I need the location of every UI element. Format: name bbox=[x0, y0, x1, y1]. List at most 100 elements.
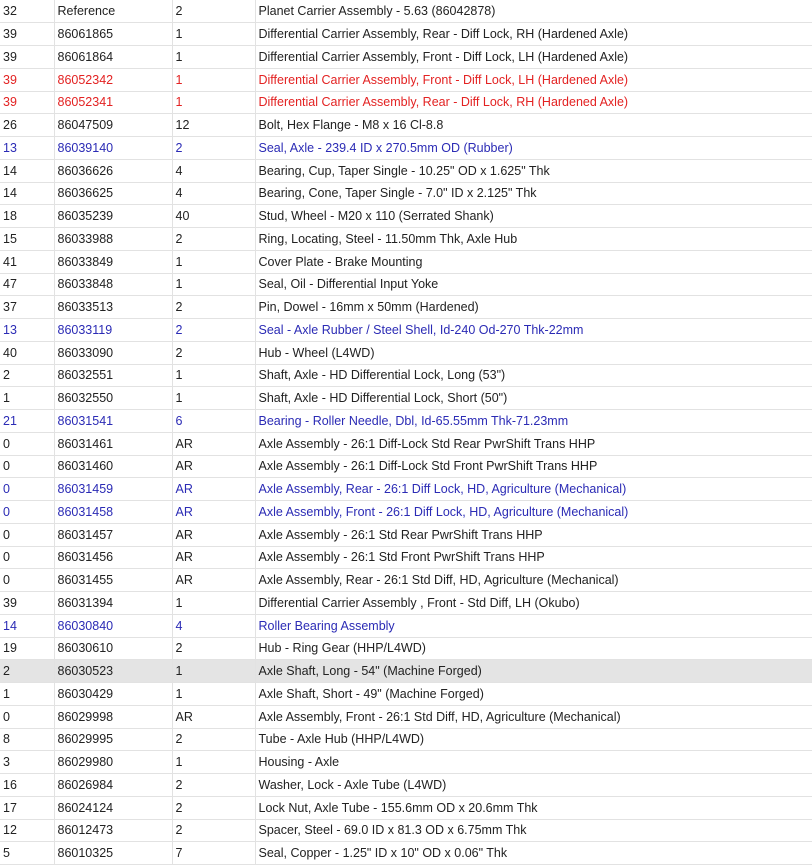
ref-number-cell: 41 bbox=[0, 250, 55, 274]
table-row[interactable]: 19 86030610 2 Hub - Ring Gear (HHP/L4WD) bbox=[0, 637, 812, 661]
table-row[interactable]: 0 86031460 AR Axle Assembly - 26:1 Diff-Loc… bbox=[0, 455, 812, 479]
part-number-cell: 86036626 bbox=[54, 159, 173, 183]
quantity-cell: 1 bbox=[172, 659, 256, 683]
quantity-cell: 1 bbox=[172, 250, 256, 274]
table-row[interactable]: 37 86033513 2 Pin, Dowel - 16mm x 50mm (Har… bbox=[0, 295, 812, 319]
part-number-cell: 86031458 bbox=[54, 500, 173, 524]
table-row[interactable]: 3 86029980 1 Housing - Axle bbox=[0, 750, 812, 774]
ref-number-cell: 0 bbox=[0, 523, 55, 547]
table-row[interactable]: 14 86030840 4 Roller Bearing Assembly bbox=[0, 614, 812, 638]
description-cell: Spacer, Steel - 69.0 ID x 81.3 OD x 6.75… bbox=[255, 819, 812, 843]
table-row[interactable]: 14 86036625 4 Bearing, Cone, Taper Single -… bbox=[0, 182, 812, 206]
table-row[interactable]: 39 86031394 1 Differential Carrier Assembly… bbox=[0, 591, 812, 615]
ref-number-cell: 12 bbox=[0, 819, 55, 843]
table-row[interactable]: 0 86031457 AR Axle Assembly - 26:1 Std Rear… bbox=[0, 523, 812, 547]
description-cell: Shaft, Axle - HD Differential Lock, Shor… bbox=[255, 386, 812, 410]
description-cell: Differential Carrier Assembly, Front - D… bbox=[255, 45, 812, 69]
table-row[interactable]: 5 86010325 7 Seal, Copper - 1.25" ID x 10" … bbox=[0, 841, 812, 865]
table-row[interactable]: 0 86031458 AR Axle Assembly, Front - 26:1 D… bbox=[0, 500, 812, 524]
part-number-cell: Reference bbox=[54, 0, 173, 24]
part-number-cell: 86035239 bbox=[54, 204, 173, 228]
part-number-cell: 86031394 bbox=[54, 591, 173, 615]
description-cell: Axle Assembly, Rear - 26:1 Std Diff, HD,… bbox=[255, 568, 812, 592]
ref-number-cell: 2 bbox=[0, 659, 55, 683]
table-row[interactable]: 8 86029995 2 Tube - Axle Hub (HHP/L4WD) bbox=[0, 728, 812, 752]
table-row[interactable]: 0 86031459 AR Axle Assembly, Rear - 26:1 Di… bbox=[0, 477, 812, 501]
quantity-cell: 2 bbox=[172, 227, 256, 251]
description-cell: Hub - Wheel (L4WD) bbox=[255, 341, 812, 365]
table-row[interactable]: 39 86052341 1 Differential Carrier Assembly… bbox=[0, 91, 812, 115]
table-row[interactable]: 18 86035239 40 Stud, Wheel - M20 x 110 (Ser… bbox=[0, 204, 812, 228]
part-number-cell: 86024124 bbox=[54, 796, 173, 820]
description-cell: Bolt, Hex Flange - M8 x 16 Cl-8.8 bbox=[255, 113, 812, 137]
table-row[interactable]: 39 86061864 1 Differential Carrier Assembly… bbox=[0, 45, 812, 69]
part-number-cell: 86033119 bbox=[54, 318, 173, 342]
ref-number-cell: 0 bbox=[0, 455, 55, 479]
part-number-cell: 86030610 bbox=[54, 637, 173, 661]
table-row[interactable]: 15 86033988 2 Ring, Locating, Steel - 11.50… bbox=[0, 227, 812, 251]
table-row[interactable]: 32 Reference 2 Planet Carrier Assembly - 5.… bbox=[0, 0, 812, 24]
ref-number-cell: 47 bbox=[0, 273, 55, 297]
table-row[interactable]: 1 86030429 1 Axle Shaft, Short - 49" (Machi… bbox=[0, 682, 812, 706]
quantity-cell: 1 bbox=[172, 364, 256, 388]
description-cell: Differential Carrier Assembly, Rear - Di… bbox=[255, 91, 812, 115]
table-row[interactable]: 40 86033090 2 Hub - Wheel (L4WD) bbox=[0, 341, 812, 365]
part-number-cell: 86031461 bbox=[54, 432, 173, 456]
table-row[interactable]: 0 86031455 AR Axle Assembly, Rear - 26:1 St… bbox=[0, 568, 812, 592]
table-row[interactable]: 14 86036626 4 Bearing, Cup, Taper Single - … bbox=[0, 159, 812, 183]
quantity-cell: AR bbox=[172, 523, 256, 547]
part-number-cell: 86033988 bbox=[54, 227, 173, 251]
table-row[interactable]: 0 86031456 AR Axle Assembly - 26:1 Std Fron… bbox=[0, 546, 812, 570]
quantity-cell: 2 bbox=[172, 0, 256, 24]
quantity-cell: 4 bbox=[172, 614, 256, 638]
quantity-cell: 1 bbox=[172, 591, 256, 615]
table-row[interactable]: 13 86039140 2 Seal, Axle - 239.4 ID x 270.5… bbox=[0, 136, 812, 160]
table-row[interactable]: 2 86030523 1 Axle Shaft, Long - 54" (Machin… bbox=[0, 659, 812, 683]
quantity-cell: AR bbox=[172, 705, 256, 729]
quantity-cell: 1 bbox=[172, 750, 256, 774]
part-number-cell: 86012473 bbox=[54, 819, 173, 843]
description-cell: Axle Assembly, Front - 26:1 Std Diff, HD… bbox=[255, 705, 812, 729]
description-cell: Ring, Locating, Steel - 11.50mm Thk, Axl… bbox=[255, 227, 812, 251]
quantity-cell: 4 bbox=[172, 159, 256, 183]
table-row[interactable]: 17 86024124 2 Lock Nut, Axle Tube - 155.6mm… bbox=[0, 796, 812, 820]
part-number-cell: 86031541 bbox=[54, 409, 173, 433]
description-cell: Stud, Wheel - M20 x 110 (Serrated Shank) bbox=[255, 204, 812, 228]
part-number-cell: 86029995 bbox=[54, 728, 173, 752]
table-row[interactable]: 2 86032551 1 Shaft, Axle - HD Differential … bbox=[0, 364, 812, 388]
ref-number-cell: 16 bbox=[0, 773, 55, 797]
description-cell: Axle Assembly, Front - 26:1 Diff Lock, H… bbox=[255, 500, 812, 524]
table-row[interactable]: 47 86033848 1 Seal, Oil - Differential Inpu… bbox=[0, 273, 812, 297]
table-row[interactable]: 26 86047509 12 Bolt, Hex Flange - M8 x 16 C… bbox=[0, 113, 812, 137]
ref-number-cell: 18 bbox=[0, 204, 55, 228]
part-number-cell: 86030429 bbox=[54, 682, 173, 706]
quantity-cell: 1 bbox=[172, 682, 256, 706]
ref-number-cell: 3 bbox=[0, 750, 55, 774]
description-cell: Roller Bearing Assembly bbox=[255, 614, 812, 638]
table-row[interactable]: 0 86031461 AR Axle Assembly - 26:1 Diff-Loc… bbox=[0, 432, 812, 456]
ref-number-cell: 0 bbox=[0, 568, 55, 592]
ref-number-cell: 39 bbox=[0, 45, 55, 69]
table-row[interactable]: 16 86026984 2 Washer, Lock - Axle Tube (L4W… bbox=[0, 773, 812, 797]
table-row[interactable]: 1 86032550 1 Shaft, Axle - HD Differential … bbox=[0, 386, 812, 410]
description-cell: Axle Assembly - 26:1 Std Front PwrShift … bbox=[255, 546, 812, 570]
table-row[interactable]: 39 86061865 1 Differential Carrier Assembly… bbox=[0, 22, 812, 46]
description-cell: Axle Assembly - 26:1 Diff-Lock Std Front… bbox=[255, 455, 812, 479]
table-row[interactable]: 12 86012473 2 Spacer, Steel - 69.0 ID x 81.… bbox=[0, 819, 812, 843]
description-cell: Shaft, Axle - HD Differential Lock, Long… bbox=[255, 364, 812, 388]
table-row[interactable]: 39 86052342 1 Differential Carrier Assembly… bbox=[0, 68, 812, 92]
table-row[interactable]: 0 86029998 AR Axle Assembly, Front - 26:1 S… bbox=[0, 705, 812, 729]
table-row[interactable]: 41 86033849 1 Cover Plate - Brake Mounting bbox=[0, 250, 812, 274]
table-row[interactable]: 13 86033119 2 Seal - Axle Rubber / Steel Sh… bbox=[0, 318, 812, 342]
part-number-cell: 86029980 bbox=[54, 750, 173, 774]
ref-number-cell: 40 bbox=[0, 341, 55, 365]
description-cell: Pin, Dowel - 16mm x 50mm (Hardened) bbox=[255, 295, 812, 319]
part-number-cell: 86036625 bbox=[54, 182, 173, 206]
part-number-cell: 86031460 bbox=[54, 455, 173, 479]
parts-table-body: 32 Reference 2 Planet Carrier Assembly - 5.… bbox=[0, 0, 812, 865]
table-row[interactable]: 21 86031541 6 Bearing - Roller Needle, Dbl,… bbox=[0, 409, 812, 433]
ref-number-cell: 37 bbox=[0, 295, 55, 319]
description-cell: Axle Shaft, Short - 49" (Machine Forged) bbox=[255, 682, 812, 706]
quantity-cell: 2 bbox=[172, 728, 256, 752]
ref-number-cell: 14 bbox=[0, 159, 55, 183]
